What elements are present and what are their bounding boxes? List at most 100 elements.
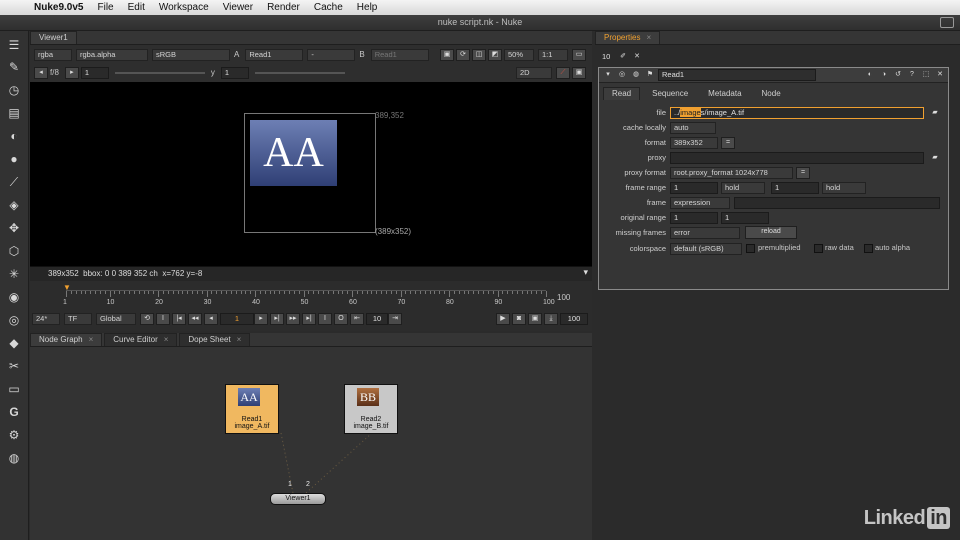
read2-node[interactable]: BB Read2 image_B.tif bbox=[344, 384, 398, 434]
redo-icon[interactable]: ◑ bbox=[878, 70, 890, 80]
prev-frame-button[interactable]: ◂ bbox=[204, 312, 218, 325]
current-frame-field[interactable]: 1 bbox=[220, 312, 254, 325]
premultiplied-checkbox[interactable] bbox=[746, 244, 755, 253]
ofx-icon[interactable]: ◍ bbox=[5, 450, 23, 466]
revert-icon[interactable]: ↺ bbox=[892, 70, 904, 80]
cache-locally-dropdown[interactable]: auto bbox=[670, 122, 716, 134]
a-input-dropdown[interactable]: Read1 bbox=[245, 48, 304, 61]
zoom-dropdown[interactable]: 50% bbox=[504, 48, 534, 61]
colorspace-dropdown[interactable]: default (sRGB) bbox=[670, 243, 742, 255]
missing-frames-dropdown[interactable]: error bbox=[670, 227, 740, 239]
colorspace-dropdown[interactable]: sRGB bbox=[152, 48, 230, 61]
color-icon[interactable]: ◐ bbox=[5, 128, 23, 144]
frame-mode-dropdown[interactable]: expression bbox=[670, 197, 730, 209]
prev-keyframe-button[interactable]: |◂ bbox=[172, 312, 186, 325]
gizmo-icon[interactable]: G bbox=[5, 404, 23, 420]
gain-field[interactable]: 1 bbox=[80, 66, 109, 79]
proxy-format-edit-button[interactable]: = bbox=[796, 167, 810, 179]
reload-button[interactable]: reload bbox=[745, 226, 797, 239]
frame-range-end-field[interactable]: 1 bbox=[771, 182, 819, 194]
prev-increment-button[interactable]: ◂◂ bbox=[188, 312, 202, 325]
menu-workspace[interactable]: Workspace bbox=[159, 2, 209, 13]
gamma-field[interactable]: 1 bbox=[220, 66, 249, 79]
step-field[interactable]: 10 bbox=[366, 312, 388, 325]
views-icon[interactable]: ◎ bbox=[5, 312, 23, 328]
fullscreen-viewer-icon[interactable]: ▭ bbox=[572, 48, 586, 61]
proxy-browse-icon[interactable]: ▰ bbox=[929, 153, 941, 163]
auto-alpha-checkbox[interactable] bbox=[864, 244, 873, 253]
frame-range-end-mode[interactable]: hold bbox=[822, 182, 866, 194]
fullscreen-icon[interactable] bbox=[940, 17, 954, 28]
play-button[interactable]: ▸ bbox=[254, 312, 268, 325]
help-icon[interactable]: ? bbox=[906, 70, 918, 80]
frame-expression-field[interactable] bbox=[734, 197, 940, 209]
fps-dropdown[interactable]: 24* bbox=[32, 312, 60, 325]
keyer-icon[interactable]: ⟋ bbox=[5, 174, 23, 190]
menu-render[interactable]: Render bbox=[267, 2, 300, 13]
loop-button[interactable]: O bbox=[334, 312, 348, 325]
refresh-icon[interactable]: ⟳ bbox=[456, 48, 470, 61]
furnace-icon[interactable]: ⚙ bbox=[5, 427, 23, 443]
compare-icon[interactable]: ▣ bbox=[528, 312, 542, 325]
transform-icon[interactable]: ✥ bbox=[5, 220, 23, 236]
menu-viewer[interactable]: Viewer bbox=[223, 2, 253, 13]
alpha-dropdown[interactable]: rgba.alpha bbox=[76, 48, 148, 61]
clock-icon[interactable]: ◷ bbox=[5, 82, 23, 98]
menu-icon[interactable]: ☰ bbox=[5, 37, 23, 53]
lock-icon[interactable]: ▣ bbox=[440, 48, 454, 61]
original-range-end-field[interactable]: 1 bbox=[721, 212, 769, 224]
menu-edit[interactable]: Edit bbox=[128, 2, 145, 13]
fstop-label[interactable]: f/8 bbox=[50, 68, 59, 77]
proxy-field[interactable] bbox=[670, 152, 924, 164]
b-input-dropdown[interactable]: Read1 bbox=[370, 48, 429, 61]
pin-icon[interactable]: ✐ bbox=[617, 52, 629, 62]
fstop-left-icon[interactable]: ◂ bbox=[34, 66, 48, 79]
original-range-start-field[interactable]: 1 bbox=[670, 212, 718, 224]
menu-app[interactable]: Nuke9.0v5 bbox=[34, 2, 83, 13]
goto-end-button[interactable]: I bbox=[318, 312, 332, 325]
flipbook-icon[interactable]: ▶ bbox=[496, 312, 510, 325]
frame-range-start-mode[interactable]: hold bbox=[721, 182, 765, 194]
global-dropdown[interactable]: Global bbox=[96, 312, 136, 325]
snapshot-icon[interactable]: ◙ bbox=[512, 312, 526, 325]
proxy-format-dropdown[interactable]: root.proxy_format 1024x778 bbox=[670, 167, 793, 179]
close-icon[interactable]: ✕ bbox=[934, 70, 946, 80]
max-panels-field[interactable]: 10 bbox=[599, 52, 617, 62]
subtab-read[interactable]: Read bbox=[603, 87, 641, 100]
metadata-icon[interactable]: ◆ bbox=[5, 335, 23, 351]
gain-slider[interactable] bbox=[114, 71, 205, 74]
particles-icon[interactable]: ✳ bbox=[5, 266, 23, 282]
file-field[interactable]: ../images/image_A.tif bbox=[670, 107, 924, 119]
toolsets-icon[interactable]: ✂ bbox=[5, 358, 23, 374]
file-browse-icon[interactable]: ▰ bbox=[929, 108, 941, 118]
viewer-canvas[interactable]: AA 389,352 (389x352) bbox=[30, 82, 592, 266]
menu-help[interactable]: Help bbox=[357, 2, 378, 13]
roi-icon[interactable]: ◫ bbox=[472, 48, 486, 61]
menu-cache[interactable]: Cache bbox=[314, 2, 343, 13]
tab-properties[interactable]: Properties × bbox=[595, 31, 661, 44]
other-icon[interactable]: ▭ bbox=[5, 381, 23, 397]
node-name-field[interactable]: Read1 bbox=[658, 69, 816, 81]
read1-node[interactable]: AA Read1 image_A.tif bbox=[225, 384, 279, 434]
tab-viewer1[interactable]: Viewer1 bbox=[30, 31, 77, 44]
deep-icon[interactable]: ◉ bbox=[5, 289, 23, 305]
subtab-sequence[interactable]: Sequence bbox=[644, 88, 696, 100]
next-keyframe-button[interactable]: ▸| bbox=[302, 312, 316, 325]
eyedropper-icon[interactable]: ⟋ bbox=[556, 66, 570, 79]
step-minus-button[interactable]: ⇤ bbox=[350, 312, 364, 325]
cache-icon[interactable]: ◩ bbox=[488, 48, 502, 61]
paint-icon[interactable]: ✎ bbox=[5, 59, 23, 75]
playhead-marker[interactable]: ▼ bbox=[63, 283, 71, 292]
format-dropdown[interactable]: 389x352 bbox=[670, 137, 718, 149]
channels-dropdown[interactable]: rgba bbox=[34, 48, 72, 61]
next-increment-button[interactable]: ▸▸ bbox=[286, 312, 300, 325]
clear-panels-icon[interactable]: ✕ bbox=[631, 52, 643, 62]
gain-toggle-icon[interactable]: ▸ bbox=[64, 66, 79, 79]
ratio-dropdown[interactable]: 1:1 bbox=[538, 48, 568, 61]
filter-icon[interactable]: ● bbox=[5, 151, 23, 167]
goto-start-button[interactable]: I bbox=[156, 312, 170, 325]
tf-dropdown[interactable]: TF bbox=[64, 312, 92, 325]
node-color-icon[interactable]: ◍ bbox=[630, 70, 642, 80]
step-plus-button[interactable]: ⇥ bbox=[388, 312, 402, 325]
raw-data-checkbox[interactable] bbox=[814, 244, 823, 253]
